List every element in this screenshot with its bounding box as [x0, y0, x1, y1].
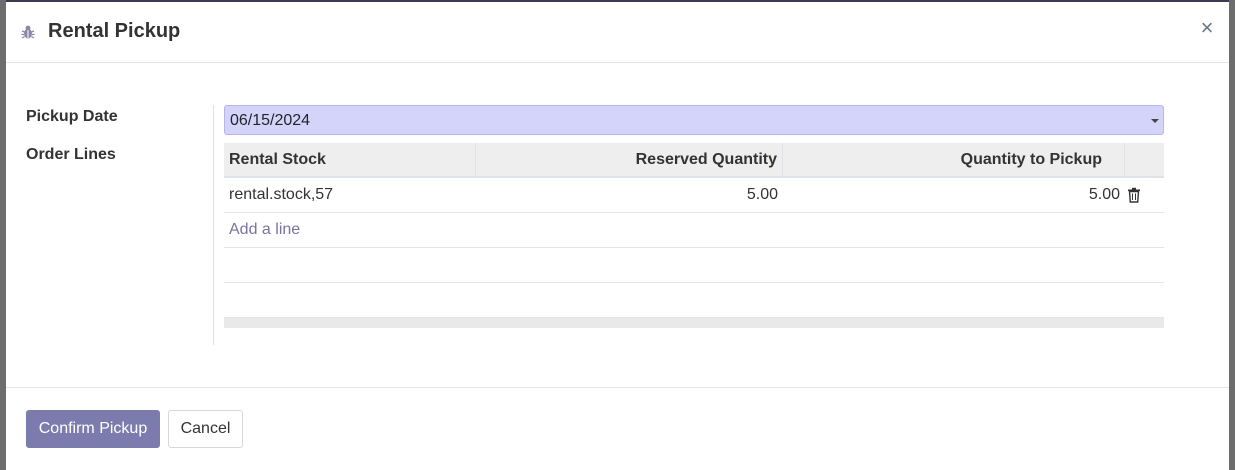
column-header-reserved-quantity[interactable]: Reserved Quantity — [476, 143, 783, 176]
table-row-empty — [224, 283, 1164, 318]
column-header-rental-stock[interactable]: Rental Stock — [224, 143, 476, 176]
dialog-header: Rental Pickup × — [6, 2, 1229, 63]
dialog-footer: Confirm Pickup Cancel — [6, 387, 1229, 470]
form-divider — [213, 105, 214, 345]
horizontal-scrollbar[interactable] — [224, 318, 1164, 328]
table-row-empty — [224, 248, 1164, 283]
pickup-date-value: 06/15/2024 — [230, 112, 311, 129]
column-header-quantity-to-pickup[interactable]: Quantity to Pickup — [783, 143, 1125, 176]
background-page-right — [1229, 0, 1235, 470]
add-line-row: Add a line — [224, 213, 1164, 248]
table-header: Rental Stock Reserved Quantity Quantity … — [224, 143, 1164, 178]
caret-down-icon[interactable] — [1151, 119, 1159, 123]
table-row[interactable]: rental.stock,57 5.00 5.00 — [224, 178, 1164, 213]
trash-icon[interactable] — [1127, 187, 1141, 203]
close-icon[interactable]: × — [1197, 16, 1217, 40]
cell-quantity-to-pickup[interactable]: 5.00 — [783, 178, 1120, 212]
bug-icon — [21, 25, 35, 39]
order-lines-label: Order Lines — [26, 146, 116, 163]
rental-pickup-dialog: Rental Pickup × Pickup Date Order Lines … — [6, 2, 1229, 470]
cancel-button[interactable]: Cancel — [168, 410, 243, 448]
dialog-title: Rental Pickup — [48, 20, 181, 42]
confirm-pickup-button[interactable]: Confirm Pickup — [26, 410, 160, 448]
cell-reserved-quantity[interactable]: 5.00 — [476, 178, 778, 212]
pickup-date-field[interactable]: 06/15/2024 — [224, 105, 1164, 135]
pickup-date-label: Pickup Date — [26, 108, 118, 125]
add-line-link[interactable]: Add a line — [229, 213, 300, 247]
column-header-actions — [1125, 143, 1164, 176]
cell-rental-stock[interactable]: rental.stock,57 — [229, 178, 333, 212]
